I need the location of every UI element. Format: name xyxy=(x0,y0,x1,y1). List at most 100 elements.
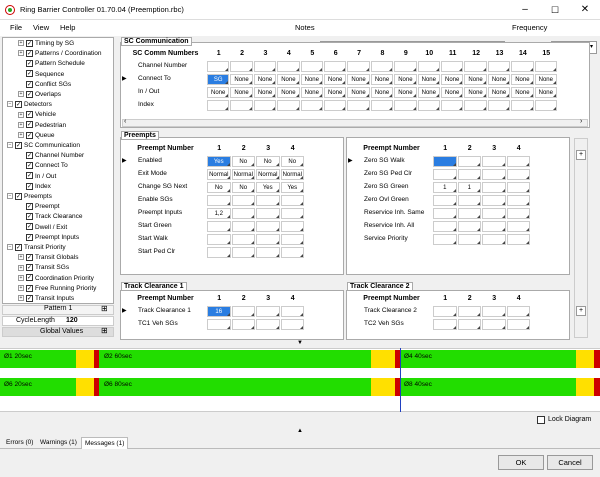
tree-checkbox[interactable]: ✓ xyxy=(15,192,22,200)
tree-item[interactable]: + ✓ Queue xyxy=(18,131,55,140)
grid-cell[interactable] xyxy=(506,319,530,330)
grid-cell[interactable]: None xyxy=(277,87,300,98)
tree-checkbox[interactable]: ✓ xyxy=(26,39,33,47)
tree-item[interactable]: + ✓ Patterns / Coordination xyxy=(18,49,101,58)
grid-cell[interactable]: None xyxy=(300,87,323,98)
grid-cell[interactable] xyxy=(394,100,417,111)
grid-cell[interactable]: No xyxy=(280,156,304,167)
grid-cell[interactable] xyxy=(256,247,280,258)
grid-cell[interactable]: None xyxy=(464,74,487,85)
grid-cell[interactable] xyxy=(370,100,394,111)
grid-cell[interactable] xyxy=(506,156,530,167)
grid-cell[interactable] xyxy=(230,61,253,72)
grid-cell[interactable] xyxy=(433,195,457,206)
grid-cell[interactable] xyxy=(457,169,481,180)
grid-cell[interactable]: None xyxy=(441,87,464,98)
expand-icon[interactable]: + xyxy=(18,285,24,292)
menu-view[interactable]: View xyxy=(33,23,49,32)
tree-checkbox[interactable]: ✓ xyxy=(15,141,22,149)
grid-cell[interactable] xyxy=(457,195,481,206)
tree-checkbox[interactable]: ✓ xyxy=(26,121,33,129)
grid-cell[interactable]: No xyxy=(256,156,280,167)
grid-cell[interactable]: 16 xyxy=(207,306,231,317)
grid-cell[interactable] xyxy=(487,100,511,111)
grid-cell[interactable] xyxy=(511,61,534,72)
tree-checkbox[interactable]: ✓ xyxy=(26,80,33,88)
tree-item[interactable]: − ✓ Transit Priority xyxy=(7,243,66,252)
tree-item[interactable]: + ✓ Coordination Priority xyxy=(18,274,94,283)
grid-cell[interactable] xyxy=(433,234,457,245)
grid-cell[interactable]: None xyxy=(370,74,394,85)
grid-cell[interactable]: None xyxy=(207,87,230,98)
grid-cell[interactable] xyxy=(433,319,457,330)
phase-label[interactable]: Ø6 80sec xyxy=(104,381,132,388)
grid-cell[interactable] xyxy=(256,234,280,245)
grid-cell[interactable]: 1,2 xyxy=(207,208,231,219)
grid-cell[interactable] xyxy=(231,208,255,219)
grid-cell[interactable]: Normal xyxy=(256,169,280,180)
grid-cell[interactable] xyxy=(280,195,304,206)
tree-checkbox[interactable]: ✓ xyxy=(26,182,33,190)
tree-item[interactable]: + ✓ Overlaps xyxy=(18,90,61,99)
menu-help[interactable]: Help xyxy=(60,23,75,32)
expand-icon[interactable]: + xyxy=(18,132,24,139)
tree-item[interactable]: ✓ Dwell / Exit xyxy=(18,223,67,232)
tree-item[interactable]: − ✓ Preempts xyxy=(7,192,52,201)
grid-cell[interactable] xyxy=(370,61,394,72)
grid-cell[interactable] xyxy=(231,234,255,245)
tree-item[interactable]: ✓ Index xyxy=(18,182,51,191)
tree-checkbox[interactable]: ✓ xyxy=(26,60,33,68)
grid-cell[interactable] xyxy=(280,208,304,219)
grid-cell[interactable] xyxy=(506,306,530,317)
grid-cell[interactable] xyxy=(324,100,347,111)
grid-cell[interactable] xyxy=(207,221,231,232)
grid-cell[interactable] xyxy=(256,306,280,317)
tree-checkbox[interactable]: ✓ xyxy=(26,284,33,292)
tree-checkbox[interactable]: ✓ xyxy=(15,243,22,251)
grid-cell[interactable] xyxy=(441,61,464,72)
grid-cell[interactable] xyxy=(300,100,323,111)
grid-cell[interactable]: No xyxy=(231,156,255,167)
expand-icon[interactable]: + xyxy=(18,111,24,118)
grid-cell[interactable]: Normal xyxy=(207,169,231,180)
tree-item[interactable]: ✓ Preempt Inputs xyxy=(18,233,79,242)
grid-cell[interactable]: None xyxy=(253,87,277,98)
tree-checkbox[interactable]: ✓ xyxy=(26,172,33,180)
grid-cell[interactable] xyxy=(230,100,253,111)
grid-cell[interactable] xyxy=(482,156,506,167)
tree-item[interactable]: + ✓ Transit Inputs xyxy=(18,294,74,303)
grid-cell[interactable] xyxy=(231,306,255,317)
tab-errors[interactable]: Errors (0) xyxy=(3,437,36,449)
grid-cell[interactable] xyxy=(207,234,231,245)
expand-icon[interactable]: + xyxy=(18,295,24,302)
tree-item[interactable]: ✓ In / Out xyxy=(18,172,56,181)
grid-cell[interactable] xyxy=(231,247,255,258)
grid-cell[interactable] xyxy=(300,61,323,72)
grid-cell[interactable]: None xyxy=(417,74,440,85)
grid-cell[interactable] xyxy=(433,221,457,232)
grid-cell[interactable]: None xyxy=(464,87,487,98)
grid-cell[interactable] xyxy=(482,182,506,193)
grid-cell[interactable] xyxy=(433,169,457,180)
grid-cell[interactable] xyxy=(482,306,506,317)
expand-icon[interactable]: + xyxy=(18,264,24,271)
close-icon[interactable]: ✕ xyxy=(570,0,600,20)
grid-cell[interactable] xyxy=(482,208,506,219)
grid-cell[interactable] xyxy=(506,195,530,206)
tree-item[interactable]: ✓ Track Clearance xyxy=(18,212,82,221)
tree-item[interactable]: + ✓ Transit SGs xyxy=(18,263,69,272)
tree-checkbox[interactable]: ✓ xyxy=(15,100,22,108)
grid-cell[interactable] xyxy=(482,221,506,232)
grid-cell[interactable]: 1 xyxy=(457,182,481,193)
grid-cell[interactable] xyxy=(256,208,280,219)
grid-cell[interactable]: None xyxy=(347,87,370,98)
tab-messages[interactable]: Messages (1) xyxy=(81,437,129,449)
grid-cell[interactable] xyxy=(253,61,277,72)
tree-checkbox[interactable]: ✓ xyxy=(26,90,33,98)
phase-label[interactable]: Ø8 40sec xyxy=(404,381,432,388)
grid-cell[interactable] xyxy=(482,319,506,330)
grid-cell[interactable] xyxy=(506,182,530,193)
grid-cell[interactable]: Normal xyxy=(231,169,255,180)
tab-warnings[interactable]: Warnings (1) xyxy=(37,437,80,449)
grid-cell[interactable]: None xyxy=(300,74,323,85)
